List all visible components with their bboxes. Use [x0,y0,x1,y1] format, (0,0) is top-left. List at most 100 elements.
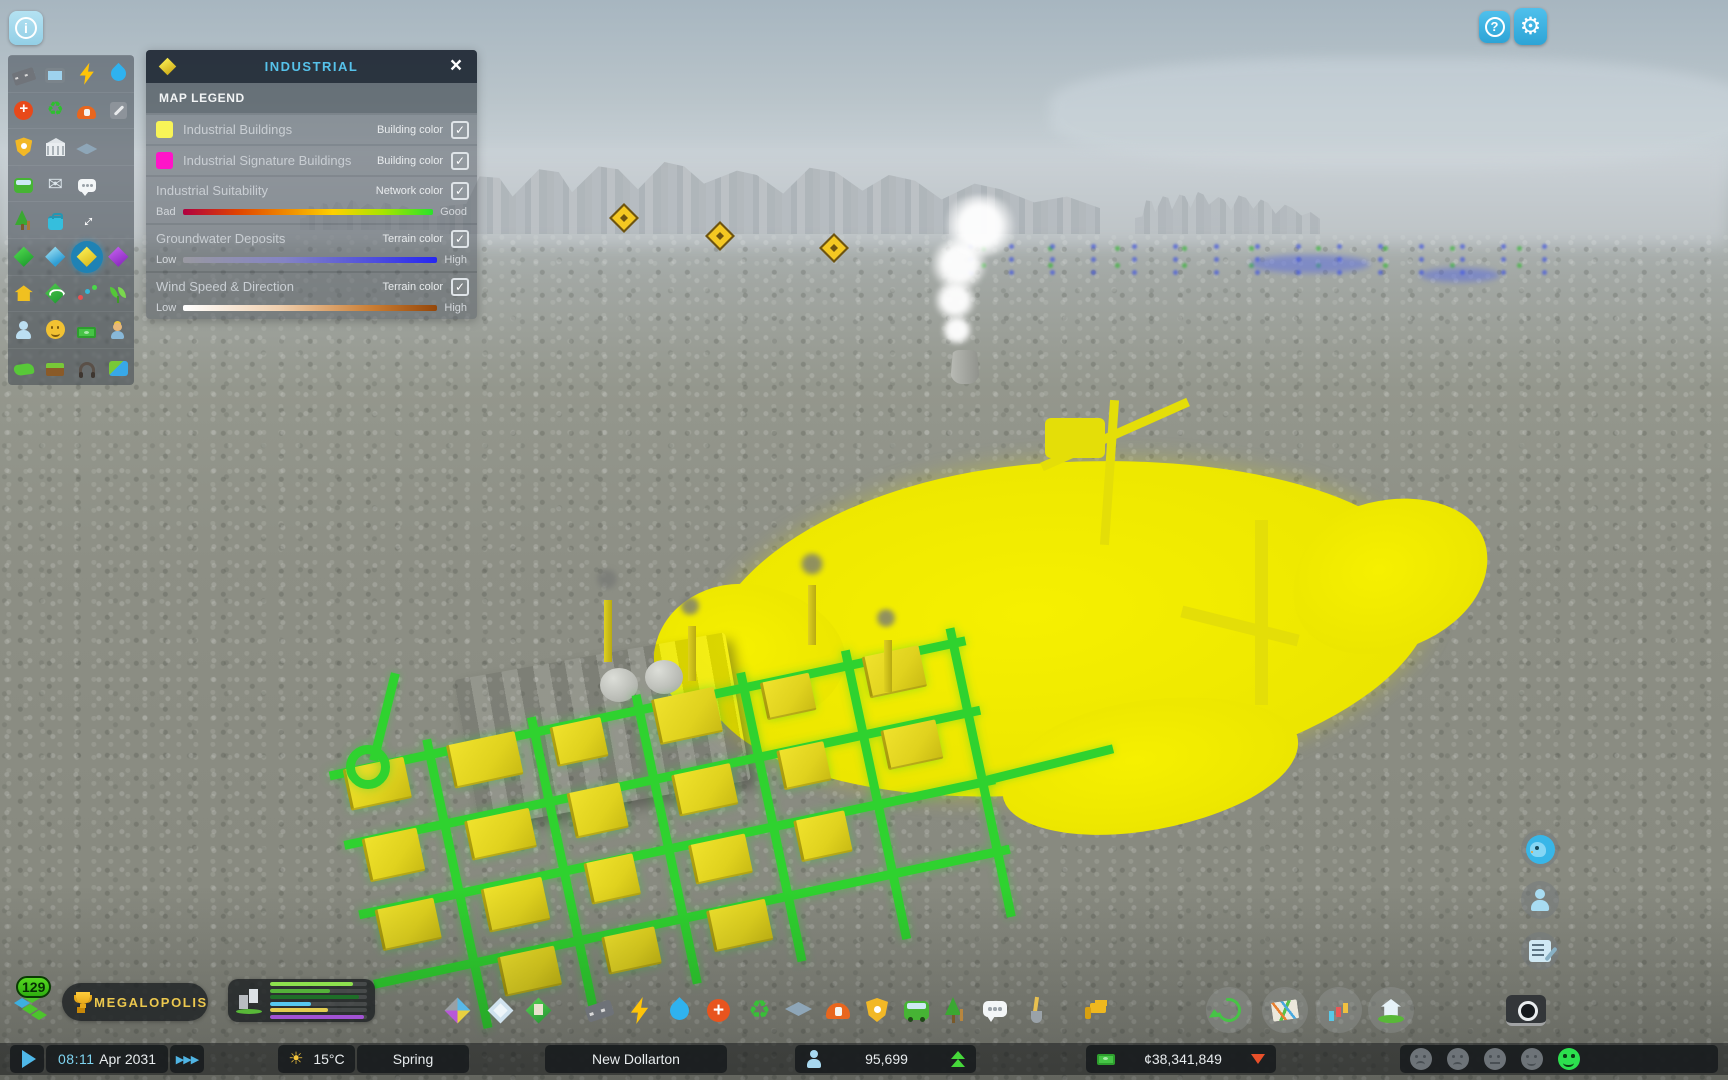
infoview-parks[interactable] [8,202,40,238]
photo-mode-button[interactable] [1506,995,1546,1026]
city-name-display[interactable]: New Dollarton [545,1045,727,1073]
increase-arrows-icon [951,1050,965,1068]
info-icon: i [15,17,37,39]
checkbox[interactable]: ✓ [451,182,469,200]
toolbar-water-sewage[interactable] [666,997,693,1024]
population-display[interactable]: 95,699 [795,1045,976,1073]
infoview-statistics[interactable] [71,275,103,311]
infoview-ground-pollution[interactable] [8,349,40,385]
toolbar-education-research[interactable] [785,997,812,1024]
signature-icon [487,997,514,1024]
infoview-healthcare[interactable] [8,92,40,128]
map-legend-heading: MAP LEGEND [146,83,477,113]
neutral-face-icon [1484,1048,1506,1070]
toolbar-landscaping[interactable] [1022,997,1049,1024]
checkbox[interactable]: ✓ [451,152,469,170]
play-pause-button[interactable] [10,1045,44,1073]
toolbar-bulldozer[interactable] [1085,997,1112,1024]
infoview-water-map[interactable] [40,239,72,275]
map-tiles-count-badge[interactable]: 129 [16,976,51,998]
status-bar: 08:11 Apr 2031 ▶▶▶ ☀ 15°C Spring New Dol… [0,1043,1728,1075]
toolbar-city-info-icon[interactable] [1378,997,1405,1024]
toolbar-fire-rescue[interactable] [825,997,852,1024]
money-icon [77,327,96,338]
panel-title: INDUSTRIAL [146,59,477,74]
infoview-residential[interactable] [8,275,40,311]
money-display[interactable]: ¢38,341,849 [1086,1045,1276,1073]
infoview-map-routes[interactable] [40,275,72,311]
happiness-display[interactable] [1400,1045,1718,1073]
demand-bars [270,982,367,1019]
season-display[interactable]: Spring [357,1045,469,1073]
toolbar-zones[interactable] [444,997,471,1024]
infoview-noise-pollution[interactable] [71,349,103,385]
time-date-display[interactable]: 08:11 Apr 2031 [46,1045,168,1073]
infoview-economy[interactable] [71,312,103,348]
infoview-education[interactable] [71,129,103,165]
checkbox[interactable]: ✓ [451,278,469,296]
infoview-land[interactable]: ↔ [71,202,103,238]
infoview-zones[interactable] [103,239,135,275]
question-icon: ? [1485,17,1505,37]
fast-forward-icon: ▶▶▶ [176,1053,198,1066]
infoviews-button[interactable]: i [9,11,43,45]
infoview-population[interactable] [8,312,40,348]
infoview-tourism[interactable] [40,202,72,238]
toolbar-transportation[interactable] [903,997,930,1024]
infoview-water[interactable] [103,56,135,92]
toolbar-roads[interactable] [586,997,613,1024]
toolbar-areas[interactable] [525,997,552,1024]
citizens-button[interactable] [1521,881,1559,919]
legend-row-signature-buildings: Industrial Signature Buildings Building … [146,146,477,175]
infoview-administration[interactable] [40,129,72,165]
toolbar-parks-recreation[interactable] [943,997,970,1024]
line-chart-icon [76,282,98,304]
toolbar-signature-buildings[interactable] [487,997,514,1024]
weather-display[interactable]: ☀ 15°C [278,1045,355,1073]
toolbar-electricity[interactable] [626,997,653,1024]
demand-panel[interactable] [228,979,375,1022]
chirper-button[interactable] [1521,830,1559,868]
infoview-garbage[interactable]: ♻ [40,92,72,128]
route-map-icon [44,282,66,304]
police-shield-icon [866,998,888,1022]
money-icon [1097,1054,1115,1065]
groundwater-gradient [183,257,437,263]
toolbar-communications[interactable] [982,997,1009,1024]
speed-controls[interactable]: ▶▶▶ [170,1045,204,1073]
sad-face-icon [1447,1048,1469,1070]
infoview-agriculture[interactable] [103,275,135,311]
color-type-label: Terrain color [382,281,443,293]
toolbar-economy-icon[interactable] [1216,997,1243,1024]
toolbar-statistics-icon[interactable] [1326,997,1353,1024]
milestone-name: MEGALOPOLIS [94,995,208,1010]
settings-button[interactable]: ⚙ [1514,8,1547,45]
infoview-post[interactable]: ✉ [40,166,72,202]
help-button[interactable]: ? [1479,11,1510,43]
infoview-telecom[interactable] [71,166,103,202]
journal-button[interactable] [1521,932,1559,970]
toolbar-garbage[interactable]: ♻ [746,997,773,1024]
infoview-maintenance[interactable] [103,92,135,128]
infoview-fire[interactable] [71,92,103,128]
checkbox[interactable]: ✓ [451,121,469,139]
close-icon[interactable]: × [443,53,469,79]
infoview-roads[interactable] [8,56,40,92]
toolbar-police-administration[interactable] [864,997,891,1024]
toolbar-health-deathcare[interactable] [705,997,732,1024]
infoview-industrial[interactable] [71,239,103,275]
infoview-land-value[interactable] [40,349,72,385]
infoview-water-pollution[interactable] [103,349,135,385]
infoview-transportation[interactable] [8,166,40,202]
infoview-happiness[interactable] [40,312,72,348]
fire-helmet-icon [826,1003,850,1019]
scale-min-label: Bad [156,206,176,218]
toolbar-map-icon[interactable] [1272,997,1299,1024]
infoview-terrain[interactable] [8,239,40,275]
infoview-workplaces[interactable] [103,312,135,348]
infoview-electronics[interactable] [40,56,72,92]
infoview-electricity[interactable] [71,56,103,92]
checkbox[interactable]: ✓ [451,230,469,248]
infoview-police[interactable] [8,129,40,165]
milestone-pill[interactable]: MEGALOPOLIS [62,983,208,1021]
